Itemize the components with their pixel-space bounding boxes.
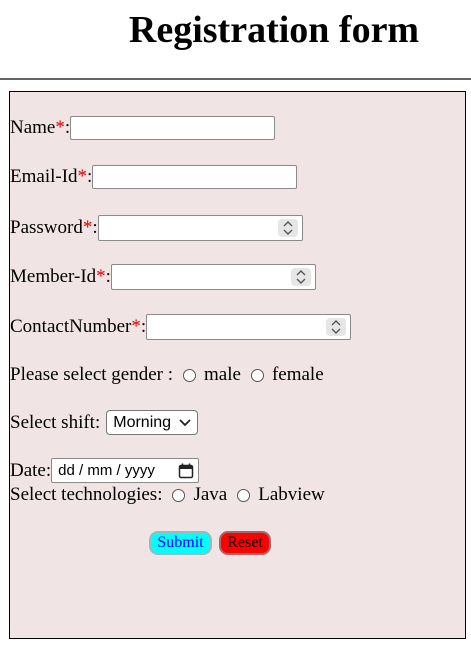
required-mark: * bbox=[96, 266, 106, 287]
tech-labview-radio[interactable] bbox=[237, 488, 251, 502]
required-mark: * bbox=[77, 166, 88, 187]
reset-button[interactable]: Reset bbox=[219, 531, 271, 555]
date-row: Date: dd / mm / yyyy bbox=[10, 458, 200, 483]
shift-select[interactable]: Morning bbox=[106, 410, 199, 435]
name-row: Name *: bbox=[10, 116, 276, 140]
gender-male-label: male bbox=[204, 364, 241, 385]
name-input[interactable] bbox=[70, 116, 276, 140]
email-input[interactable] bbox=[92, 165, 298, 189]
gender-label: Please select gender : bbox=[10, 364, 174, 385]
technologies-label: Select technologies: bbox=[10, 484, 163, 505]
member-id-input[interactable] bbox=[110, 264, 316, 290]
contact-label: ContactNumber bbox=[10, 316, 132, 337]
divider bbox=[0, 78, 471, 80]
spinner-icon[interactable] bbox=[290, 268, 311, 286]
member-row: Member-Id *: bbox=[10, 264, 316, 290]
email-label: Email-Id bbox=[10, 166, 78, 187]
registration-form: Name *: Email-Id *: Password *: Member-Id *:… bbox=[9, 91, 466, 639]
password-input[interactable] bbox=[97, 215, 303, 241]
tech-labview-label: Labview bbox=[258, 484, 325, 505]
contact-row: ContactNumber *: bbox=[10, 314, 352, 340]
shift-label: Select shift: bbox=[10, 411, 101, 433]
technologies-row: Select technologies: Java Labview bbox=[10, 484, 325, 506]
submit-button[interactable]: Submit bbox=[149, 531, 212, 555]
tech-java-label: Java bbox=[193, 484, 228, 505]
contact-number-input[interactable] bbox=[146, 314, 352, 340]
password-label: Password bbox=[10, 217, 83, 238]
gender-female-radio[interactable] bbox=[250, 368, 264, 382]
required-mark: * bbox=[55, 117, 65, 138]
calendar-icon[interactable] bbox=[178, 463, 194, 479]
date-placeholder: dd / mm / yyyy bbox=[58, 462, 155, 479]
required-mark: * bbox=[82, 217, 93, 238]
gender-female-label: female bbox=[271, 364, 324, 385]
spinner-icon[interactable] bbox=[326, 318, 347, 336]
required-mark: * bbox=[131, 316, 141, 337]
shift-selected-value: Morning bbox=[113, 413, 172, 431]
chevron-down-icon bbox=[179, 418, 191, 426]
gender-row: Please select gender : male female bbox=[10, 364, 324, 386]
spinner-icon[interactable] bbox=[277, 219, 298, 237]
email-row: Email-Id *: bbox=[10, 165, 298, 189]
date-label: Date: bbox=[10, 459, 52, 481]
shift-row: Select shift: Morning bbox=[10, 410, 199, 435]
date-input[interactable]: dd / mm / yyyy bbox=[51, 458, 200, 483]
password-row: Password *: bbox=[10, 215, 303, 241]
name-label: Name bbox=[10, 117, 56, 138]
gender-male-radio[interactable] bbox=[183, 368, 197, 382]
page-title: Registration form bbox=[128, 9, 420, 51]
member-label: Member-Id bbox=[10, 266, 97, 287]
tech-java-radio[interactable] bbox=[172, 488, 186, 502]
